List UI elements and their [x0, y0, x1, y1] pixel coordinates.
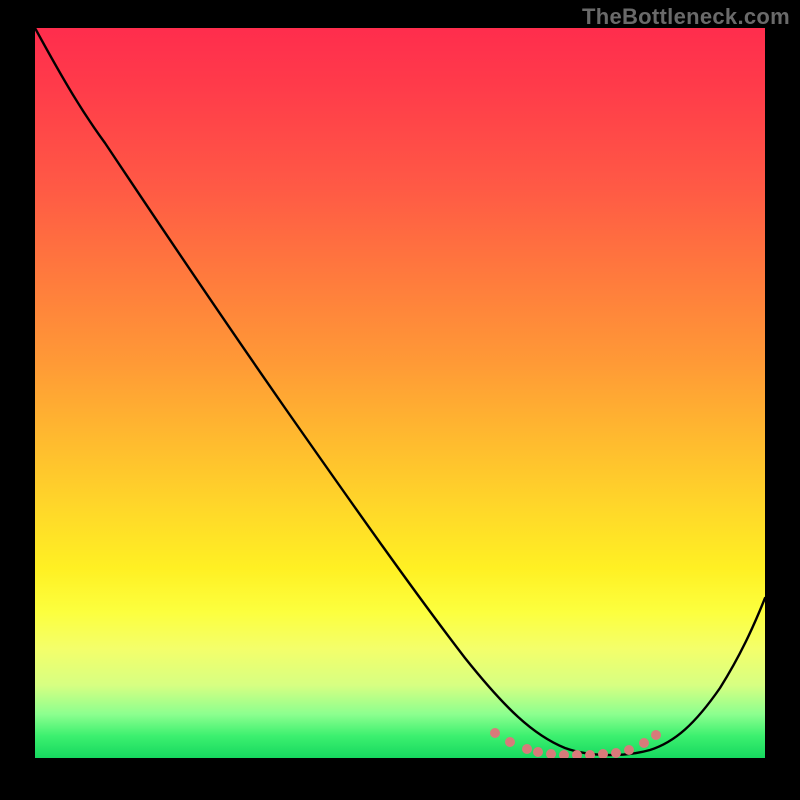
plot-area [35, 28, 765, 758]
chart-frame: TheBottleneck.com [0, 0, 800, 800]
watermark-text: TheBottleneck.com [582, 4, 790, 30]
curve-svg [35, 28, 765, 758]
bottleneck-curve-path [35, 28, 765, 755]
